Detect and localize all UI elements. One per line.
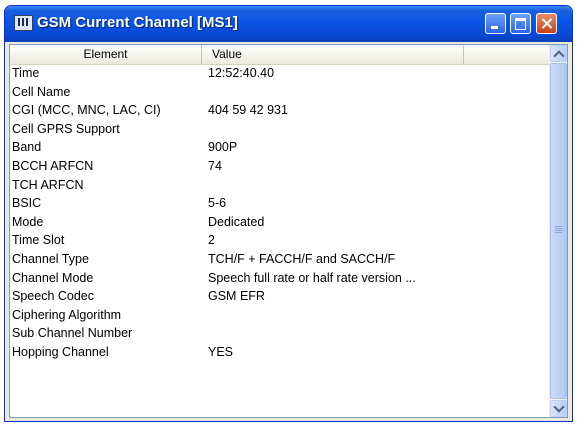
table-row[interactable]: Time Slot 2	[10, 232, 550, 251]
title-bar[interactable]: GSM Current Channel [MS1]	[5, 6, 572, 42]
cell-element: Sub Channel Number	[12, 326, 133, 341]
table-row[interactable]: Cell Name	[10, 84, 550, 103]
cell-element: Hopping Channel	[12, 344, 109, 359]
app-window-icon[interactable]	[14, 15, 33, 31]
table-row[interactable]: Mode Dedicated	[10, 214, 550, 233]
cell-value: 2	[208, 233, 215, 248]
scroll-up-button[interactable]	[550, 45, 567, 62]
table-row[interactable]: Speech Codec GSM EFR	[10, 288, 550, 307]
cell-element: Ciphering Algorithm	[12, 307, 122, 322]
table-row[interactable]: Band 900P	[10, 139, 550, 158]
cell-element: BSIC	[12, 196, 42, 211]
table-row[interactable]: Cell GPRS Support	[10, 121, 550, 140]
window-title: GSM Current Channel [MS1]	[37, 14, 238, 31]
cell-element: Time Slot	[12, 233, 65, 248]
cell-element: Channel Mode	[12, 270, 94, 285]
cell-element: Cell GPRS Support	[12, 121, 120, 136]
table-row[interactable]: BCCH ARFCN 74	[10, 158, 550, 177]
cell-value: 900P	[208, 140, 238, 155]
cell-element: Mode	[12, 214, 44, 229]
maximize-button[interactable]	[510, 13, 531, 34]
table-row[interactable]: BSIC 5-6	[10, 195, 550, 214]
cell-element: Time	[12, 66, 40, 80]
cell-value: YES	[208, 344, 234, 359]
cell-value: TCH/F + FACCH/F and SACCH/F	[208, 251, 396, 266]
table-row[interactable]: Ciphering Algorithm	[10, 307, 550, 326]
cell-element: BCCH ARFCN	[12, 158, 94, 173]
table-row[interactable]: CGI (MCC, MNC, LAC, CI) 404 59 42 931	[10, 102, 550, 121]
gsm-current-channel-window: GSM Current Channel [MS1] Element Value …	[4, 5, 573, 422]
column-header-value[interactable]: Value	[202, 45, 464, 64]
cell-value: 5-6	[208, 196, 227, 211]
scroll-thumb[interactable]	[550, 63, 567, 399]
table-row[interactable]: TCH ARFCN	[10, 177, 550, 196]
cell-element: Band	[12, 140, 42, 155]
table-row[interactable]: Sub Channel Number	[10, 325, 550, 344]
column-header-element[interactable]: Element	[10, 45, 202, 64]
cell-value: 404 59 42 931	[208, 103, 288, 118]
cell-element: Speech Codec	[12, 289, 95, 304]
column-header-filler	[464, 45, 550, 64]
cell-value: 12:52:40.40	[208, 66, 275, 80]
cell-value: 74	[208, 158, 222, 173]
minimize-button[interactable]	[485, 13, 506, 34]
close-button[interactable]	[536, 13, 557, 34]
cell-element: TCH ARFCN	[12, 177, 84, 192]
table-row[interactable]: Channel Type TCH/F + FACCH/F and SACCH/F	[10, 251, 550, 270]
vertical-scrollbar[interactable]	[549, 45, 567, 417]
scroll-down-button[interactable]	[550, 400, 567, 417]
cell-value: Dedicated	[208, 214, 265, 229]
cell-value: GSM EFR	[208, 289, 265, 304]
list-header: Element Value	[10, 45, 550, 65]
table-row[interactable]: Time 12:52:40.40	[10, 65, 550, 84]
cell-value: Speech full rate or half rate version ..…	[208, 270, 416, 285]
cell-element: CGI (MCC, MNC, LAC, CI)	[12, 103, 161, 118]
list-rows: Time 12:52:40.40 Cell Name CGI (MCC, MNC…	[10, 65, 550, 363]
channel-list-view[interactable]: Element Value Time 12:52:40.40 Cell Name…	[9, 44, 568, 418]
table-row[interactable]: Channel Mode Speech full rate or half ra…	[10, 270, 550, 289]
table-row[interactable]: Hopping Channel YES	[10, 344, 550, 363]
cell-element: Channel Type	[12, 251, 89, 266]
cell-element: Cell Name	[12, 84, 71, 99]
